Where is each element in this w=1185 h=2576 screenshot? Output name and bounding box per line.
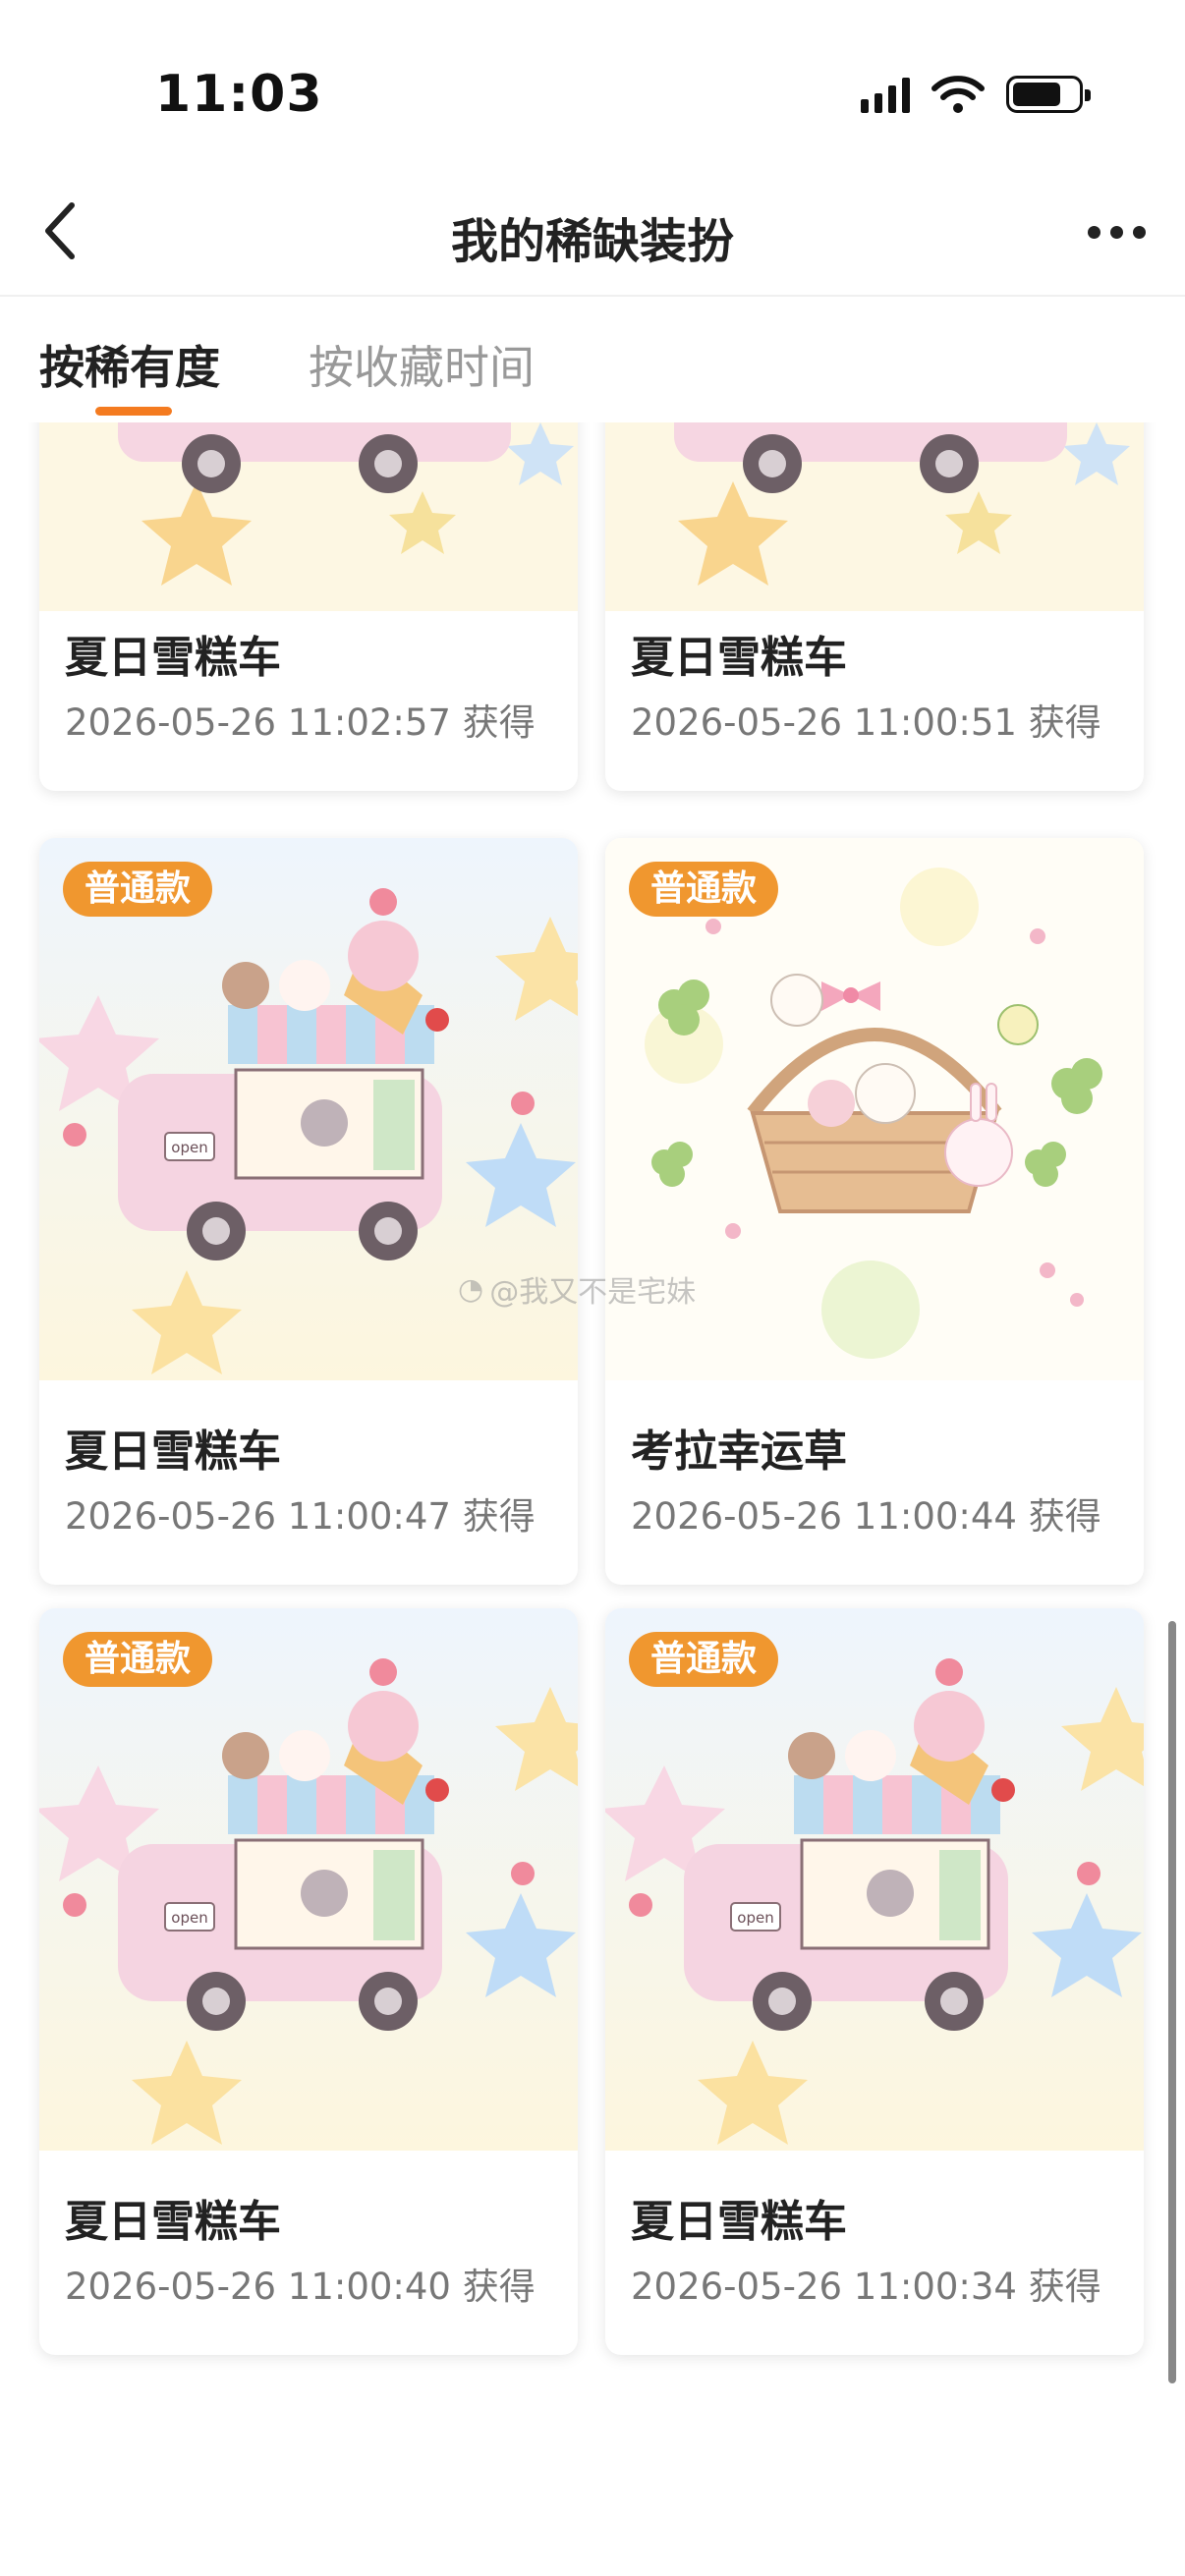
page-title: 我的稀缺装扮: [450, 214, 734, 269]
item-name: 夏日雪糕车: [65, 2197, 281, 2247]
item-name: 考拉幸运草: [631, 1427, 847, 1477]
item-name: 夏日雪糕车: [65, 1427, 281, 1477]
rarity-badge: 普通款: [63, 862, 213, 917]
wifi-icon: [931, 76, 985, 113]
rarity-badge: 普通款: [629, 1632, 779, 1687]
ice-cream-truck-image: [39, 422, 578, 611]
scrollbar[interactable]: [1168, 1621, 1176, 2383]
status-time: 11:03: [155, 65, 323, 124]
item-obtained-time: 2026-05-26 11:00:34 获得: [631, 2266, 1101, 2308]
more-button[interactable]: [1077, 202, 1156, 261]
tab-by-collect-time[interactable]: 按收藏时间: [309, 332, 535, 397]
nav-bar: 我的稀缺装扮: [0, 167, 1185, 297]
ice-cream-truck-image: open 普通款: [605, 1608, 1144, 2151]
item-grid: 夏日雪糕车 2026-05-26 11:02:57 获得 夏日雪糕车 2026-…: [0, 422, 1185, 2576]
weibo-logo-icon: ◔: [458, 1271, 484, 1307]
cellular-signal-icon: [861, 76, 910, 113]
item-card[interactable]: 夏日雪糕车 2026-05-26 11:00:51 获得: [605, 422, 1144, 791]
item-card[interactable]: 普通款 考拉幸运草 2026-05-26 11:00:44 获得: [605, 838, 1144, 1585]
rarity-badge: 普通款: [63, 1632, 213, 1687]
item-card[interactable]: open 普通款 夏日雪糕车 2026-05-26 11:00:47 获得: [39, 838, 578, 1585]
item-card[interactable]: open 普通款 夏日雪糕车 2026-05-26 11:00:34 获得: [605, 1608, 1144, 2355]
watermark: ◔ @我又不是宅妹: [458, 1267, 696, 1311]
sort-tabs: 按稀有度 按收藏时间: [0, 297, 1185, 422]
svg-text:open: open: [737, 1909, 773, 1927]
tab-by-rarity[interactable]: 按稀有度: [39, 332, 220, 397]
ice-cream-truck-image: open 普通款: [39, 1608, 578, 2151]
status-icons: [861, 71, 1091, 118]
more-dots-icon: [1087, 225, 1100, 239]
ice-cream-truck-image: [605, 422, 1144, 611]
watermark-text: @我又不是宅妹: [489, 1275, 697, 1310]
item-obtained-time: 2026-05-26 11:00:44 获得: [631, 1495, 1101, 1538]
battery-icon: [1006, 76, 1091, 113]
item-name: 夏日雪糕车: [631, 2197, 847, 2247]
item-obtained-time: 2026-05-26 11:00:40 获得: [65, 2266, 536, 2308]
item-obtained-time: 2026-05-26 11:00:51 获得: [631, 701, 1101, 744]
item-name: 夏日雪糕车: [65, 633, 281, 683]
active-tab-indicator: [95, 407, 172, 416]
svg-text:open: open: [171, 1909, 207, 1927]
status-bar: 11:03: [0, 0, 1185, 167]
svg-text:open: open: [171, 1139, 207, 1156]
item-card[interactable]: 夏日雪糕车 2026-05-26 11:02:57 获得: [39, 422, 578, 791]
rarity-badge: 普通款: [629, 862, 779, 917]
item-obtained-time: 2026-05-26 11:02:57 获得: [65, 701, 536, 744]
item-obtained-time: 2026-05-26 11:00:47 获得: [65, 1495, 536, 1538]
item-name: 夏日雪糕车: [631, 633, 847, 683]
item-card[interactable]: open 普通款 夏日雪糕车 2026-05-26 11:00:40 获得: [39, 1608, 578, 2355]
